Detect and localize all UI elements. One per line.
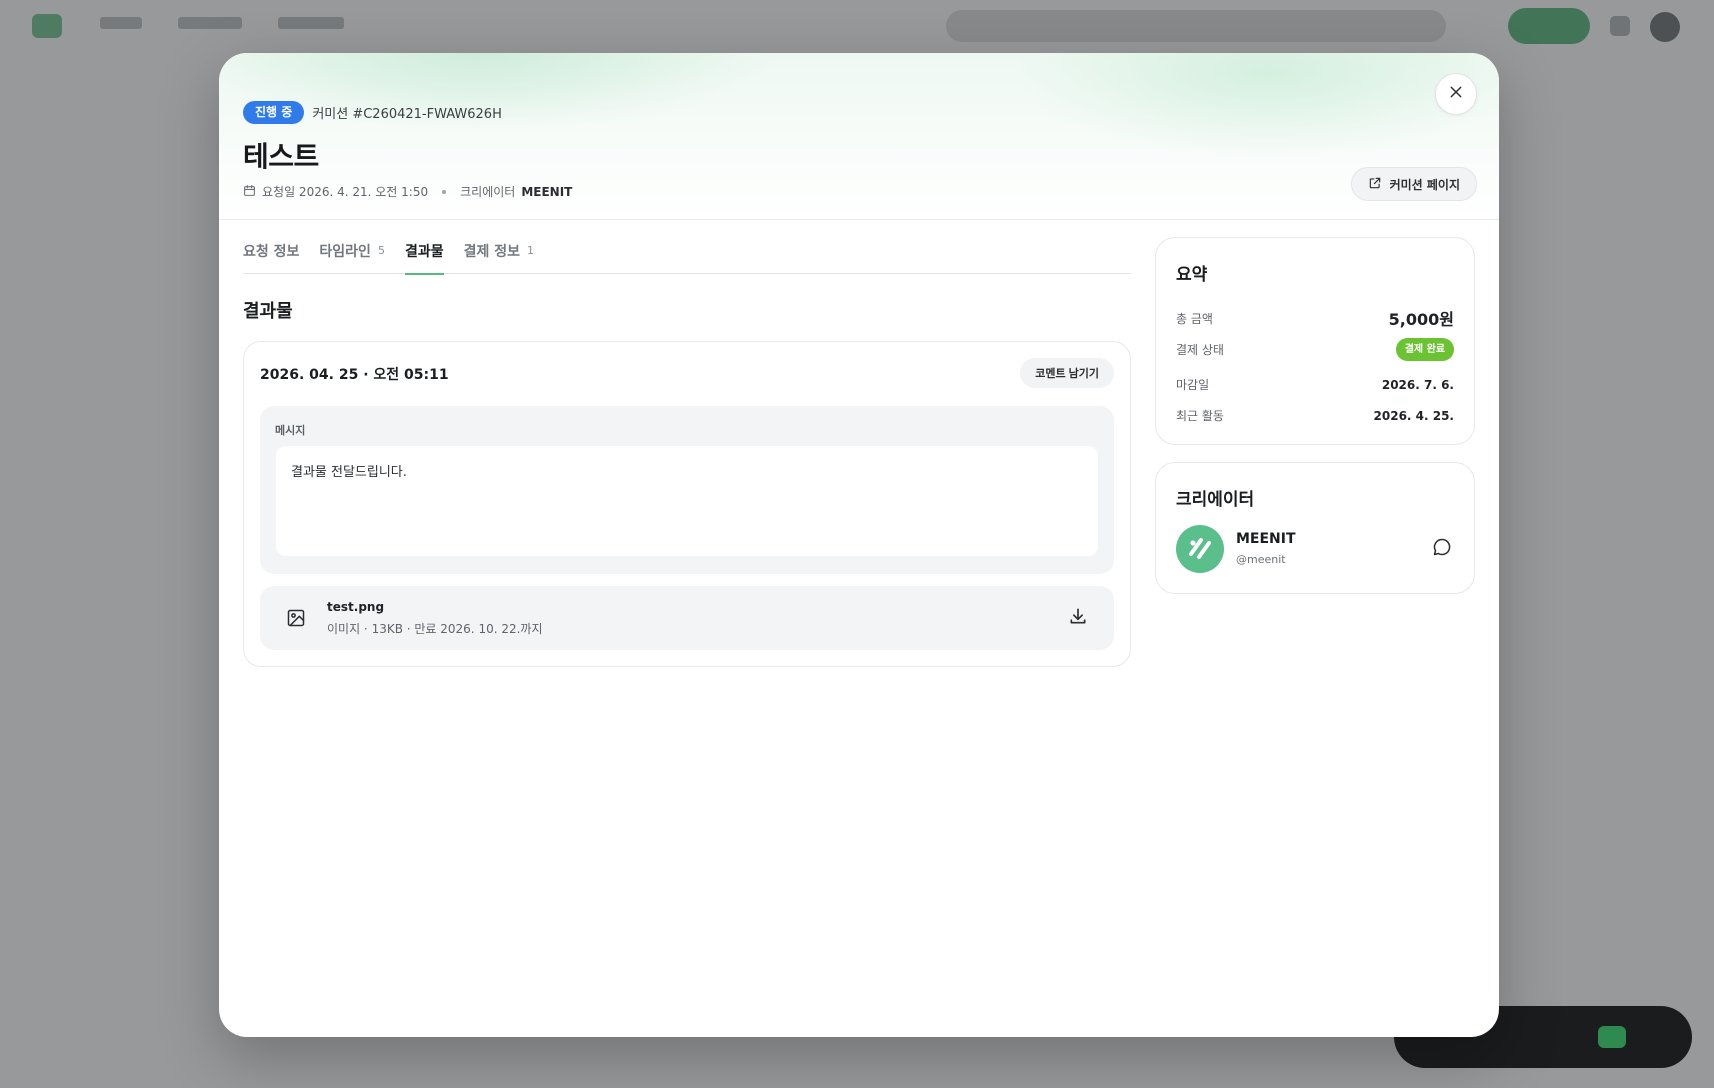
- tab-deliverables[interactable]: 결과물: [404, 231, 444, 275]
- file-name: test.png: [327, 600, 385, 614]
- creator-handle: @meenit: [1236, 553, 1286, 566]
- recent-activity-value: 2026. 4. 25.: [1373, 408, 1454, 423]
- tab-label: 결과물: [404, 243, 444, 260]
- chat-button[interactable]: [1430, 537, 1454, 561]
- summary-row-payment-status: 결제 상태 결제 완료: [1176, 338, 1454, 361]
- deliverable-card: 2026. 04. 25 · 오전 05:11 코멘트 남기기 메시지 결과물 …: [243, 341, 1131, 667]
- summary-label: 최근 활동: [1176, 409, 1224, 423]
- status-row: 진행 중 커미션 #C260421-FWAW626H: [243, 101, 502, 124]
- close-icon: [1448, 84, 1464, 104]
- deliverable-date: 2026. 04. 25 · 오전 05:11: [260, 367, 449, 383]
- meta-separator: [442, 189, 447, 194]
- commission-id: 커미션 #C260421-FWAW626H: [312, 107, 502, 122]
- file-meta: 이미지 · 13KB · 만료 2026. 10. 22.까지: [327, 622, 543, 636]
- tab-payment-info[interactable]: 결제 정보 1: [464, 231, 534, 274]
- calendar-icon: [243, 184, 256, 200]
- tab-timeline[interactable]: 타임라인 5: [319, 231, 385, 274]
- file-attachment: test.png 이미지 · 13KB · 만료 2026. 10. 22.까지: [260, 586, 1114, 650]
- summary-title: 요약: [1176, 265, 1208, 285]
- summary-label: 마감일: [1176, 378, 1210, 392]
- meta-row: 요청일 2026. 4. 21. 오전 1:50 크리에이터 MEENIT: [243, 183, 572, 200]
- creator-name-header: MEENIT: [521, 184, 573, 199]
- payment-status-badge: 결제 완료: [1395, 338, 1454, 361]
- close-button[interactable]: [1435, 73, 1477, 115]
- background-toast-icon: [1598, 1026, 1626, 1048]
- external-link-icon: [1368, 176, 1382, 193]
- summary-row-recent-activity: 최근 활동 2026. 4. 25.: [1176, 407, 1454, 424]
- image-icon: [286, 608, 306, 628]
- download-button[interactable]: [1066, 606, 1090, 630]
- download-icon: [1068, 606, 1088, 630]
- creator-card: 크리에이터 MEENIT @meenit: [1155, 462, 1475, 594]
- summary-card: 요약 총 금액 5,000원 결제 상태 결제 완료 마감일 2026. 7. …: [1155, 237, 1475, 445]
- status-badge: 진행 중: [243, 101, 305, 124]
- leave-comment-button[interactable]: 코멘트 남기기: [1020, 358, 1114, 388]
- summary-label: 결제 상태: [1176, 343, 1224, 357]
- requested-date: 요청일 2026. 4. 21. 오전 1:50: [262, 185, 429, 199]
- message-label: 메시지: [275, 424, 306, 437]
- modal-header: 진행 중 커미션 #C260421-FWAW626H 테스트 요청일 2026.…: [219, 53, 1499, 220]
- creator-title: 크리에이터: [1176, 490, 1255, 510]
- tab-label: 타임라인: [319, 243, 371, 260]
- summary-row-deadline: 마감일 2026. 7. 6.: [1176, 376, 1454, 393]
- tab-label: 결제 정보: [463, 243, 520, 260]
- creator-name[interactable]: MEENIT: [1236, 531, 1296, 547]
- tab-bar: 요청 정보 타임라인 5 결과물 결제 정보 1: [243, 231, 1131, 275]
- total-amount: 5,000원: [1388, 310, 1454, 329]
- summary-label: 총 금액: [1176, 311, 1213, 326]
- creator-logo-icon: [1189, 538, 1211, 559]
- creator-avatar[interactable]: [1176, 525, 1224, 573]
- tab-count: 5: [377, 244, 385, 257]
- commission-detail-modal: 진행 중 커미션 #C260421-FWAW626H 테스트 요청일 2026.…: [219, 53, 1499, 1037]
- message-box: 메시지 결과물 전달드립니다.: [260, 406, 1114, 574]
- chat-icon: [1432, 537, 1452, 561]
- section-title: 결과물: [243, 301, 293, 322]
- commission-page-label: 커미션 페이지: [1389, 177, 1460, 192]
- summary-row-total: 총 금액 5,000원: [1176, 306, 1454, 330]
- tab-count: 1: [526, 244, 534, 257]
- deadline-value: 2026. 7. 6.: [1381, 377, 1454, 392]
- tab-label: 요청 정보: [243, 243, 300, 260]
- creator-label: 크리에이터: [460, 185, 516, 199]
- page-title: 테스트: [243, 140, 319, 173]
- message-content: 결과물 전달드립니다.: [276, 446, 1098, 556]
- tab-request-info[interactable]: 요청 정보: [243, 231, 299, 274]
- commission-page-button[interactable]: 커미션 페이지: [1350, 167, 1477, 201]
